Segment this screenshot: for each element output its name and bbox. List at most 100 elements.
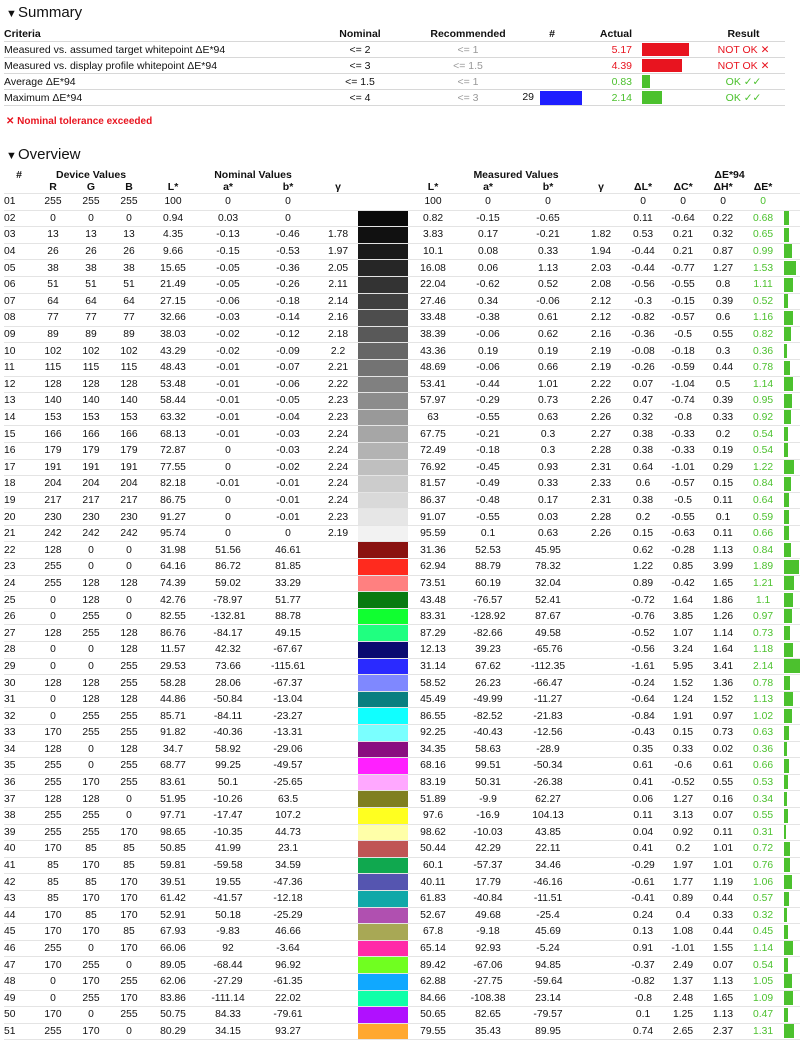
measured-gamma bbox=[578, 790, 625, 808]
delta-l: -0.8 bbox=[624, 989, 663, 1007]
nominal-gamma bbox=[318, 724, 359, 742]
overview-row: 44 170 85 170 52.91 50.18 -25.29 52.67 49.68 -25.… bbox=[4, 906, 800, 924]
delta-c: 1.64 bbox=[662, 591, 705, 609]
color-swatch bbox=[358, 591, 409, 609]
delta-e-bar-cell bbox=[784, 1022, 800, 1040]
summary-bar bbox=[642, 91, 662, 104]
delta-l: 0.38 bbox=[624, 425, 663, 443]
measured-gamma bbox=[578, 558, 625, 576]
nominal-l: 51.95 bbox=[148, 790, 199, 808]
measured-l: 76.92 bbox=[408, 458, 459, 476]
overview-row: 33 170 255 255 91.82 -40.36 -13.31 92.25 -40.43-… bbox=[4, 724, 800, 742]
measured-b: 1.01 bbox=[518, 375, 579, 393]
summary-recommended: <= 1 bbox=[414, 73, 522, 90]
color-swatch bbox=[358, 956, 409, 974]
nominal-l: 31.98 bbox=[148, 541, 199, 559]
patch-number: 36 bbox=[4, 773, 34, 791]
delta-e-bar-cell bbox=[784, 906, 800, 924]
patch-number: 49 bbox=[4, 989, 34, 1007]
device-r: 166 bbox=[34, 425, 72, 443]
nominal-l: 63.32 bbox=[148, 408, 199, 426]
nominal-l: 77.55 bbox=[148, 458, 199, 476]
device-r: 128 bbox=[34, 375, 72, 393]
nominal-l: 86.75 bbox=[148, 491, 199, 509]
delta-e-bar bbox=[784, 426, 789, 441]
measured-b: -66.47 bbox=[518, 674, 579, 692]
measured-b: 0 bbox=[518, 193, 579, 211]
nominal-b: -0.03 bbox=[258, 425, 319, 443]
nominal-b: 81.85 bbox=[258, 558, 319, 576]
overview-row: 46 255 0 170 66.06 92 -3.64 65.14 92.93 -5.24 0.91… bbox=[4, 939, 800, 957]
measured-a: -9.9 bbox=[458, 790, 519, 808]
nominal-b: -0.04 bbox=[258, 408, 319, 426]
device-b: 217 bbox=[110, 491, 149, 509]
delta-c: -0.33 bbox=[662, 425, 705, 443]
overview-row: 38 255 255 0 97.71 -17.47 107.2 97.6 -16.9 104.13… bbox=[4, 806, 800, 825]
delta-c: 3.85 bbox=[662, 607, 705, 625]
patch-number: 25 bbox=[4, 591, 34, 609]
device-g: 170 bbox=[72, 773, 110, 791]
nominal-b: 23.1 bbox=[258, 840, 319, 858]
summary-toggle[interactable]: ▼Summary bbox=[0, 0, 800, 27]
delta-c: -0.5 bbox=[662, 491, 705, 509]
overview-row: 42 85 85 170 39.51 19.55 -47.36 40.11 17.79 -46.1… bbox=[4, 873, 800, 891]
delta-h: 1.36 bbox=[704, 674, 743, 692]
delta-e: 0.36 bbox=[742, 342, 785, 360]
nominal-a: -78.97 bbox=[198, 591, 259, 609]
overview-row: 19 217 217 217 86.75 0 -0.01 2.24 86.37 -0.48 0.17… bbox=[4, 491, 800, 509]
delta-h: 0.33 bbox=[704, 906, 743, 924]
device-b: 0 bbox=[110, 591, 149, 609]
device-r: 255 bbox=[34, 806, 72, 825]
measured-a: 0.19 bbox=[458, 342, 519, 360]
measured-a: -0.45 bbox=[458, 458, 519, 476]
delta-h: 0.11 bbox=[704, 491, 743, 509]
measured-a: 0.06 bbox=[458, 259, 519, 277]
delta-e: 0.99 bbox=[742, 242, 785, 260]
delta-e-bar bbox=[784, 576, 795, 591]
nominal-l: 53.48 bbox=[148, 375, 199, 393]
measured-a: 0.17 bbox=[458, 226, 519, 244]
measured-gamma: 2.28 bbox=[578, 441, 625, 459]
device-b: 255 bbox=[110, 1006, 149, 1024]
delta-l: -0.44 bbox=[624, 259, 663, 277]
nominal-b: -0.18 bbox=[258, 292, 319, 310]
overview-subheader: a* bbox=[483, 181, 493, 193]
nominal-a: -111.14 bbox=[198, 989, 259, 1007]
nominal-gamma bbox=[318, 193, 359, 211]
color-swatch bbox=[358, 773, 409, 791]
measured-l: 45.49 bbox=[408, 690, 459, 708]
color-swatch bbox=[358, 475, 409, 493]
color-swatch bbox=[358, 690, 409, 708]
delta-h: 0.33 bbox=[704, 408, 743, 426]
device-r: 85 bbox=[34, 873, 72, 891]
overview-toggle[interactable]: ▼Overview bbox=[0, 142, 800, 169]
measured-a: 67.62 bbox=[458, 657, 519, 675]
delta-h: 0.16 bbox=[704, 790, 743, 808]
measured-b: 78.32 bbox=[518, 558, 579, 576]
delta-c: -0.8 bbox=[662, 408, 705, 426]
patch-number: 02 bbox=[4, 209, 34, 227]
device-r: 179 bbox=[34, 441, 72, 459]
device-r: 0 bbox=[34, 707, 72, 725]
summary-worst-patch bbox=[522, 57, 582, 74]
summary-nominal: <= 1.5 bbox=[306, 73, 414, 90]
header-result: Result bbox=[727, 28, 760, 40]
delta-e: 1.1 bbox=[742, 591, 785, 609]
device-r: 255 bbox=[34, 574, 72, 592]
patch-number: 15 bbox=[4, 425, 34, 443]
delta-h: 0.39 bbox=[704, 292, 743, 310]
nominal-a: -50.84 bbox=[198, 690, 259, 708]
overview-row: 29 0 0 255 29.53 73.66 -115.61 31.14 67.62 -112.3… bbox=[4, 657, 800, 675]
nominal-b: -0.03 bbox=[258, 441, 319, 459]
nominal-b: -3.64 bbox=[258, 939, 319, 957]
color-swatch bbox=[358, 906, 409, 924]
device-r: 217 bbox=[34, 491, 72, 509]
delta-e-bar bbox=[784, 277, 794, 292]
nominal-b: 107.2 bbox=[258, 806, 319, 825]
delta-c: 0.21 bbox=[662, 226, 705, 244]
nominal-b: 49.15 bbox=[258, 624, 319, 642]
overview-row: 23 255 0 0 64.16 86.72 81.85 62.94 88.79 78.32 1.2… bbox=[4, 558, 800, 576]
nominal-l: 42.76 bbox=[148, 591, 199, 609]
measured-l: 50.65 bbox=[408, 1006, 459, 1024]
patch-number: 08 bbox=[4, 309, 34, 327]
